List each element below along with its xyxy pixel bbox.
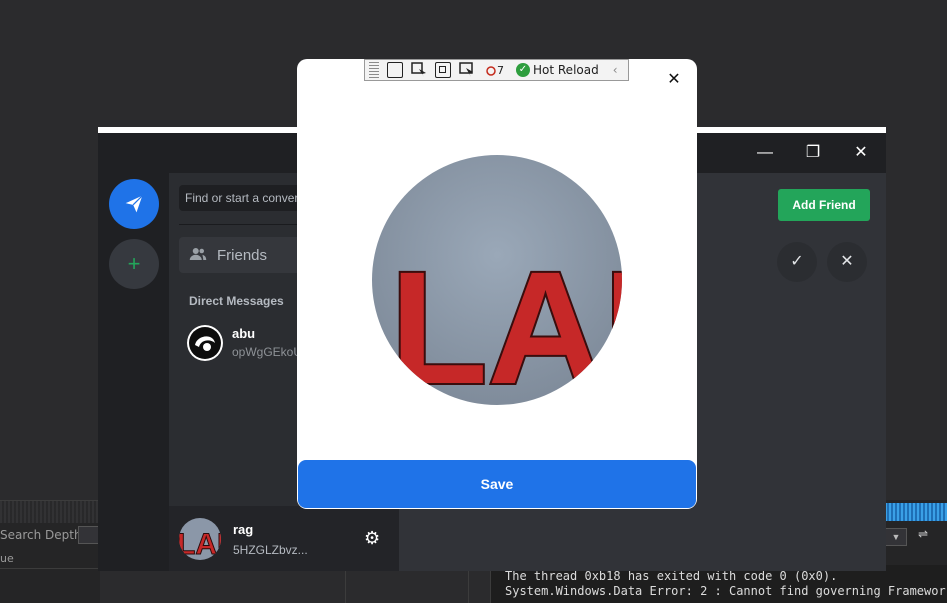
add-server-button[interactable]: + [109,239,159,289]
close-icon[interactable]: ✕ [663,69,685,91]
output-line: The thread 0xb18 has exited with code 0 … [505,569,838,583]
profile-image-preview: LAB [372,155,622,405]
close-window-button[interactable]: ✕ [846,141,876,165]
ide-dropdown[interactable]: ▼ [885,528,907,546]
save-button[interactable]: Save [298,460,696,508]
avatar [187,325,223,361]
gear-icon[interactable]: ⚙ [364,528,380,549]
username: rag [233,522,254,537]
hot-reload-label[interactable]: Hot Reload [533,63,599,77]
hot-reload-toolbar: 7 ✓ Hot Reload ‹ [364,59,629,81]
output-line: System.Windows.Data Error: 2 : Cannot fi… [505,584,947,598]
chevron-left-icon[interactable]: ‹ [613,63,618,77]
minimize-button[interactable]: — [750,141,780,165]
select-element-icon[interactable] [387,62,403,78]
restore-button[interactable]: ❐ [798,141,828,165]
error-count: 7 [497,63,504,77]
track-focus-icon[interactable] [459,62,475,78]
wrap-icon[interactable]: ⇌ [918,527,938,545]
layout-adorner-icon[interactable] [435,62,451,78]
avatar[interactable]: LAB [179,518,221,560]
decline-button[interactable]: ✕ [827,242,867,282]
close-icon: ✕ [840,253,854,270]
hot-reload-status-icon: ✓ [516,63,530,77]
dm-name: abu [232,326,256,341]
ide-grid [0,568,490,603]
add-friend-button[interactable]: Add Friend [778,189,870,221]
send-icon [125,195,143,213]
friends-icon [189,246,207,266]
ide-active-tab-strip [885,503,947,521]
search-depth-label: Search Depth: [0,528,86,542]
user-panel: LAB rag 5HZGLZbvz... ⚙ [169,506,399,571]
svg-text:LAB: LAB [179,528,221,560]
direct-messages-button[interactable] [109,179,159,229]
friends-label: Friends [217,247,268,264]
plus-icon: + [127,251,141,276]
check-icon: ✓ [790,253,804,270]
server-rail: + [98,173,169,571]
profile-picture-modal: ✕ LAB Save [297,59,697,509]
dm-subtitle: opWgGEkoU [232,345,303,359]
search-depth-input[interactable] [78,526,100,544]
accept-button[interactable]: ✓ [777,242,817,282]
drag-handle[interactable] [369,62,379,78]
direct-messages-header: Direct Messages [189,294,284,308]
ide-column-label: ue [0,552,14,565]
logo-text: LAB [390,238,622,405]
pointer-icon[interactable] [411,62,427,78]
user-id: 5HZGLZbvz... [233,543,308,557]
binding-errors-count[interactable]: 7 [485,64,504,77]
